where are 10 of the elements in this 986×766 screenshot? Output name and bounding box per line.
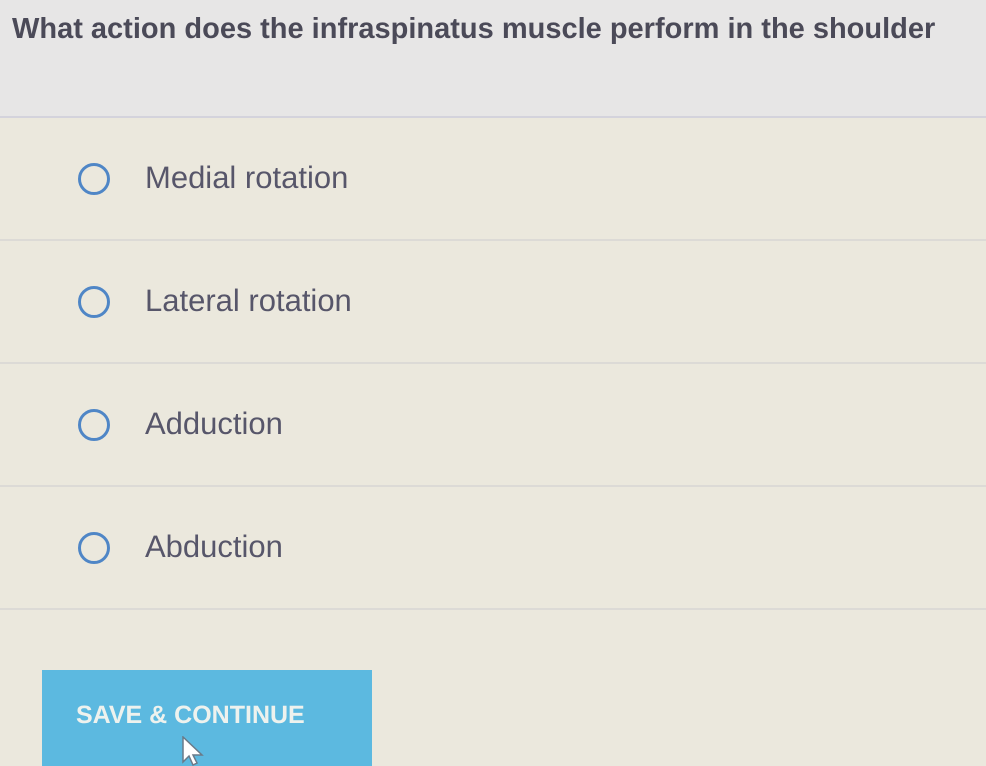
cursor-icon xyxy=(182,736,204,766)
option-label[interactable]: Adduction xyxy=(145,401,283,448)
radio-button[interactable] xyxy=(78,532,110,564)
radio-button[interactable] xyxy=(78,408,110,440)
option-label[interactable]: Lateral rotation xyxy=(145,278,352,325)
radio-button[interactable] xyxy=(78,162,110,194)
option-label[interactable]: Abduction xyxy=(145,524,283,571)
question-text: What action does the infraspinatus muscle perform in the shoulder xyxy=(12,12,936,47)
radio-button[interactable] xyxy=(78,286,110,318)
option-label[interactable]: Medial rotation xyxy=(145,155,348,202)
